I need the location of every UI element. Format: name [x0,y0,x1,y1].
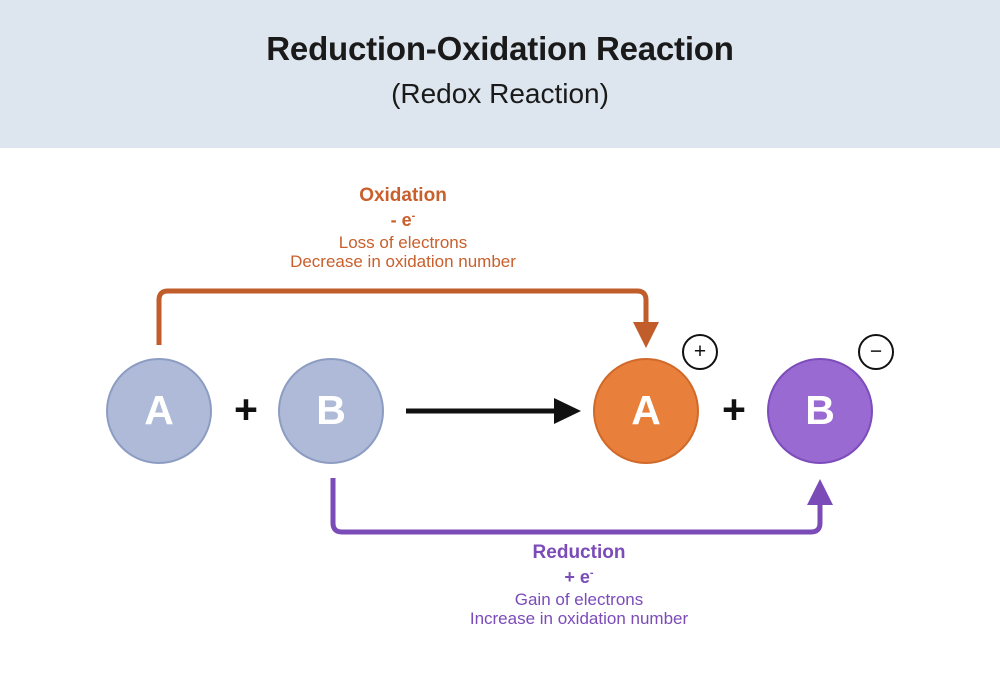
product-plus-operator: + [722,386,746,432]
product-a-label: A [631,386,661,433]
reactant-a-circle[interactable]: A [106,358,212,464]
reduction-arrowhead [807,479,833,505]
oxidation-arrowhead [633,322,659,348]
redox-diagram-page: Reduction-Oxidation Reaction (Redox Reac… [0,0,1000,700]
reduction-electron-text: + e [564,567,590,588]
reactant-plus-operator: + [234,386,258,432]
page-subtitle: (Redox Reaction) [391,78,609,109]
reaction-arrowhead [554,398,581,424]
oxidation-description-line-2: Decrease in oxidation number [290,252,516,272]
oxidation-description-line-1: Loss of electrons [338,233,468,253]
reaction-arrow [406,398,581,424]
product-b-circle[interactable]: B [767,358,873,464]
header-banner: Reduction-Oxidation Reaction (Redox Reac… [0,0,1000,148]
reactant-b-label: B [316,386,346,433]
reduction-electron-superscript: - [589,567,594,580]
product-a-circle[interactable]: A [593,358,699,464]
reduction-bracket-path [330,478,833,535]
reduction-description-line-2: Increase in oxidation number [469,609,689,629]
page-title: Reduction-Oxidation Reaction [266,30,734,67]
reduction-electron-notation: + e- [429,567,729,587]
oxidation-electron-superscript: - [411,210,416,223]
oxidation-electron-notation: - e- [253,210,553,230]
product-b-negative-charge-badge: − [858,334,894,370]
minus-sign-icon: − [869,339,883,363]
reduction-description-line-1: Gain of electrons [514,590,644,610]
reactant-b-circle[interactable]: B [278,358,384,464]
plus-sign-icon: + [693,339,707,363]
oxidation-bracket-path [156,288,659,348]
reactant-a-label: A [144,386,174,433]
product-b-label: B [805,386,835,433]
product-a-positive-charge-badge: + [682,334,718,370]
oxidation-electron-text: - e [390,210,412,231]
reduction-title: Reduction [532,542,626,563]
oxidation-title: Oxidation [359,185,447,206]
diagram-body: A + B A + + B − Oxidation - e- Loss of e… [0,148,1000,700]
oxidation-annotation: Oxidation - e- Loss of electrons Decreas… [253,185,553,271]
reduction-annotation: Reduction + e- Gain of electrons Increas… [429,542,729,628]
